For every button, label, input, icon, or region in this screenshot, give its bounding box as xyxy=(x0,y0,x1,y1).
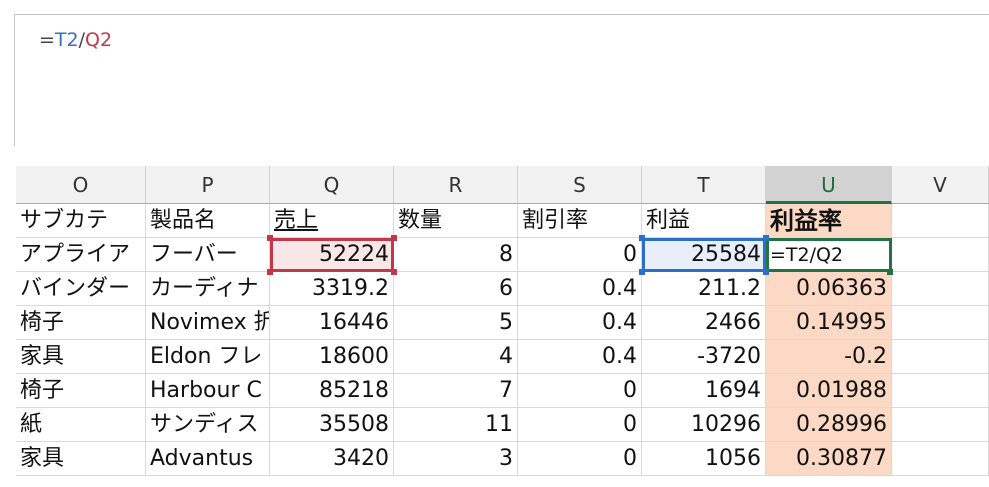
t2-ref-handle-tr[interactable] xyxy=(763,235,769,241)
cell-q6[interactable]: 85218 xyxy=(270,374,394,408)
cell-s8[interactable]: 0 xyxy=(518,442,642,476)
cell-t6[interactable]: 1694 xyxy=(642,374,766,408)
cell-s3[interactable]: 0.4 xyxy=(518,272,642,306)
cell-p7[interactable]: サンディス xyxy=(146,408,270,442)
cell-v8[interactable] xyxy=(892,442,989,476)
column-header-t[interactable]: T xyxy=(642,166,766,204)
cell-t7[interactable]: 10296 xyxy=(642,408,766,442)
column-header-q[interactable]: Q xyxy=(270,166,394,204)
formula-ref-t2: T2 xyxy=(54,29,79,51)
cell-q7[interactable]: 35508 xyxy=(270,408,394,442)
q2-ref-handle-tr[interactable] xyxy=(391,235,397,241)
cell-o4[interactable]: 椅子 xyxy=(16,306,146,340)
cell-s6[interactable]: 0 xyxy=(518,374,642,408)
cell-u1[interactable]: 利益率 xyxy=(766,204,892,238)
cell-q5[interactable]: 18600 xyxy=(270,340,394,374)
cell-u3[interactable]: 0.06363 xyxy=(766,272,892,306)
t2-ref-handle-bl[interactable] xyxy=(639,269,645,275)
cell-o1[interactable]: サブカテ xyxy=(16,204,146,238)
cell-s1[interactable]: 割引率 xyxy=(518,204,642,238)
cell-o3[interactable]: バインダー xyxy=(16,272,146,306)
cell-o8[interactable]: 家具 xyxy=(16,442,146,476)
cell-o6[interactable]: 椅子 xyxy=(16,374,146,408)
cell-u5[interactable]: -0.2 xyxy=(766,340,892,374)
cell-t4[interactable]: 2466 xyxy=(642,306,766,340)
cell-r4[interactable]: 5 xyxy=(394,306,518,340)
cell-s7[interactable]: 0 xyxy=(518,408,642,442)
column-header-r[interactable]: R xyxy=(394,166,518,204)
cell-v5[interactable] xyxy=(892,340,989,374)
cell-o7[interactable]: 紙 xyxy=(16,408,146,442)
cell-p8[interactable]: Advantus xyxy=(146,442,270,476)
cell-v4[interactable] xyxy=(892,306,989,340)
column-header-s[interactable]: S xyxy=(518,166,642,204)
cell-p3[interactable]: カーディナ xyxy=(146,272,270,306)
cell-v7[interactable] xyxy=(892,408,989,442)
cell-p4[interactable]: Novimex 折 xyxy=(146,306,270,340)
cell-r5[interactable]: 4 xyxy=(394,340,518,374)
cell-u8[interactable]: 0.30877 xyxy=(766,442,892,476)
formula-bar[interactable]: =T2/Q2 xyxy=(14,14,989,146)
cell-q4[interactable]: 16446 xyxy=(270,306,394,340)
cell-q8[interactable]: 3420 xyxy=(270,442,394,476)
cell-q1[interactable]: 売上 xyxy=(270,204,394,238)
cell-r1[interactable]: 数量 xyxy=(394,204,518,238)
t2-ref-handle-br[interactable] xyxy=(763,269,769,275)
t2-ref-handle-tl[interactable] xyxy=(639,235,645,241)
column-header-u[interactable]: U xyxy=(766,166,892,204)
cell-v1[interactable] xyxy=(892,204,989,238)
formula-prefix: = xyxy=(39,29,55,51)
cell-v6[interactable] xyxy=(892,374,989,408)
cell-s4[interactable]: 0.4 xyxy=(518,306,642,340)
cell-t3[interactable]: 211.2 xyxy=(642,272,766,306)
cell-t1[interactable]: 利益 xyxy=(642,204,766,238)
cell-u7[interactable]: 0.28996 xyxy=(766,408,892,442)
cell-u4[interactable]: 0.14995 xyxy=(766,306,892,340)
cell-v2[interactable] xyxy=(892,238,989,272)
cell-o5[interactable]: 家具 xyxy=(16,340,146,374)
q2-ref-handle-br[interactable] xyxy=(391,269,397,275)
cell-s2[interactable]: 0 xyxy=(518,238,642,272)
cell-p1[interactable]: 製品名 xyxy=(146,204,270,238)
cell-t2[interactable]: 25584 xyxy=(642,238,766,272)
cell-r2[interactable]: 8 xyxy=(394,238,518,272)
cell-s5[interactable]: 0.4 xyxy=(518,340,642,374)
cell-r7[interactable]: 11 xyxy=(394,408,518,442)
cell-r6[interactable]: 7 xyxy=(394,374,518,408)
column-header-p[interactable]: P xyxy=(146,166,270,204)
formula-text[interactable]: =T2/Q2 xyxy=(39,29,112,51)
cell-v3[interactable] xyxy=(892,272,989,306)
cell-r8[interactable]: 3 xyxy=(394,442,518,476)
cell-p5[interactable]: Eldon フレ xyxy=(146,340,270,374)
q2-ref-handle-tl[interactable] xyxy=(267,235,273,241)
cell-o2[interactable]: アプライア xyxy=(16,238,146,272)
formula-ref-q2: Q2 xyxy=(85,29,113,51)
cell-t5[interactable]: -3720 xyxy=(642,340,766,374)
cell-u2[interactable]: =T2/Q2 xyxy=(766,238,892,272)
cell-u6[interactable]: 0.01988 xyxy=(766,374,892,408)
q2-ref-handle-bl[interactable] xyxy=(267,269,273,275)
column-header-o[interactable]: O xyxy=(16,166,146,204)
fill-handle[interactable] xyxy=(887,269,893,275)
cell-p6[interactable]: Harbour C xyxy=(146,374,270,408)
cell-p2[interactable]: フーバー xyxy=(146,238,270,272)
column-header-v[interactable]: V xyxy=(892,166,989,204)
cell-t8[interactable]: 1056 xyxy=(642,442,766,476)
cell-r3[interactable]: 6 xyxy=(394,272,518,306)
cell-q2[interactable]: 52224 xyxy=(270,238,394,272)
cell-q3[interactable]: 3319.2 xyxy=(270,272,394,306)
